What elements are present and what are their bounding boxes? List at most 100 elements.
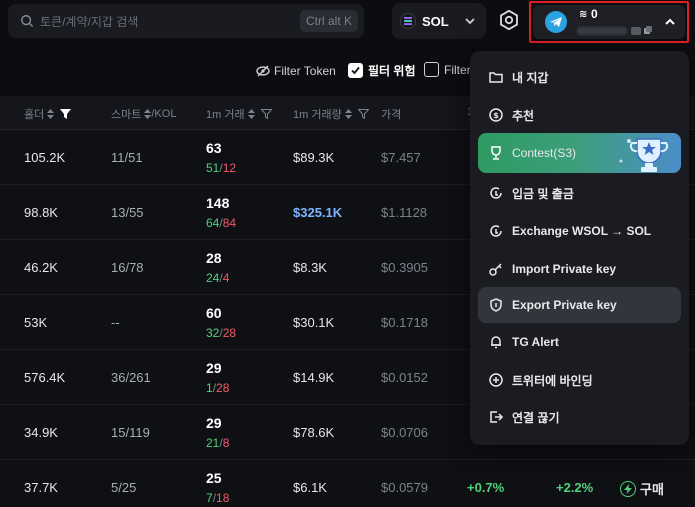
header-1m-tx-label: 1m 거래	[206, 109, 245, 121]
header-1m-tx[interactable]: 1m 거래	[206, 106, 272, 122]
price-cell: $0.1718	[381, 315, 428, 330]
menu-item-disconnect[interactable]: 연결 끊기	[478, 399, 681, 435]
telegram-icon	[545, 11, 567, 33]
menu-item-import-private-key[interactable]: Import Private key	[478, 251, 681, 287]
menu-item-bind-twitter[interactable]: 트위터에 바인딩	[478, 362, 681, 398]
filter-funnel-icon[interactable]	[357, 109, 369, 119]
price-cell: $0.0579	[381, 480, 428, 495]
filter-funnel-icon[interactable]	[260, 109, 272, 119]
menu-item-label: 추천	[512, 108, 535, 123]
tx-count-cell: 148	[206, 195, 230, 211]
price-cell: $0.3905	[381, 260, 428, 275]
filter-more-checkbox[interactable]: Filter	[424, 62, 471, 77]
volume-cell: $325.1K	[293, 205, 343, 220]
trophy-icon	[491, 146, 501, 160]
smart-kol-cell: 15/119	[111, 425, 150, 440]
menu-item-label: Import Private key	[512, 262, 617, 276]
menu-item-referral[interactable]: $ 추천	[478, 97, 681, 133]
menu-item-export-private-key[interactable]: Export Private key	[478, 287, 681, 323]
menu-item-label: Contest(S3)	[512, 146, 577, 160]
sort-icon	[247, 109, 255, 119]
tx-count-cell: 63	[206, 140, 222, 156]
menu-item-tg-alert[interactable]: TG Alert	[478, 324, 681, 360]
wallet-dropdown-menu: 내 지갑 $ 추천 Contest(S3) 입금 및 출금 Exchange W…	[470, 51, 689, 445]
chain-selector[interactable]: SOL	[392, 3, 486, 39]
filter-risk-checkbox[interactable]: 필터 위험	[348, 62, 416, 79]
shield-icon	[490, 298, 502, 312]
sell-count: 12	[222, 161, 237, 175]
quick-buy-label: 구매	[640, 482, 664, 497]
menu-item-label: TG Alert	[512, 335, 559, 349]
sort-icon	[344, 109, 352, 119]
smart-kol-cell: --	[111, 315, 120, 330]
table-row[interactable]: 37.7K 5/25 25 7/18 $6.1K $0.0579 +0.7% +2.2% 구매	[0, 460, 695, 507]
buy-count: 24	[206, 271, 220, 285]
menu-item-exchange-wsol[interactable]: Exchange WSOL → SOL	[478, 213, 681, 249]
header-1m-volume-label: 1m 거래량	[293, 109, 342, 121]
buy-sell-cell: 21/8	[206, 436, 229, 450]
smart-kol-cell: 36/261	[111, 370, 151, 385]
sell-count: 28	[216, 381, 230, 395]
header-price[interactable]: 가격	[381, 106, 401, 122]
gear-icon[interactable]	[498, 9, 520, 31]
chevron-up-icon[interactable]	[663, 15, 677, 29]
price-cell: $7.457	[381, 150, 421, 165]
smart-kol-cell: 16/78	[111, 260, 144, 275]
header-smart-kol[interactable]: 스마트 /KOL	[111, 106, 176, 122]
header-1m-volume[interactable]: 1m 거래량	[293, 106, 369, 122]
deposit-icon	[490, 187, 502, 199]
tx-count-cell: 29	[206, 415, 222, 431]
sell-count: 28	[222, 326, 237, 340]
buy-count: 7	[206, 491, 213, 505]
buy-count: 51	[206, 161, 220, 175]
volume-cell: $6.1K	[293, 480, 327, 495]
buy-sell-cell: 1/28	[206, 381, 229, 395]
buy-count: 1	[206, 381, 213, 395]
header-price-label: 가격	[381, 109, 402, 121]
menu-item-label: Exchange WSOL → SOL	[512, 224, 652, 238]
menu-item-label: 트위터에 바인딩	[512, 373, 593, 388]
price-cell: $0.0152	[381, 370, 428, 385]
buy-sell-cell: 24/4	[206, 271, 229, 285]
wallet-address-redacted	[577, 27, 627, 35]
wallet-address-redacted-tail	[631, 27, 641, 35]
change-2-cell: +2.2%	[556, 480, 594, 495]
holders-cell: 98.8K	[24, 205, 58, 220]
sort-icon	[144, 109, 152, 119]
search-input[interactable]: 토큰/계약/지갑 검색 Ctrl alt K	[8, 4, 364, 38]
header-holders[interactable]: 홀더	[24, 106, 72, 122]
filter-funnel-icon[interactable]	[60, 109, 72, 119]
search-icon	[21, 15, 34, 28]
menu-item-label: 입금 및 출금	[512, 186, 574, 201]
sell-count: 84	[222, 216, 237, 230]
quick-buy-button[interactable]: 구매	[620, 479, 664, 498]
smart-kol-cell: 5/25	[111, 480, 137, 495]
holders-cell: 46.2K	[24, 260, 58, 275]
search-shortcut-badge: Ctrl alt K	[299, 10, 358, 32]
holders-cell: 34.9K	[24, 425, 58, 440]
filter-token-button[interactable]: Filter Token	[256, 64, 336, 78]
svg-text:$: $	[493, 111, 499, 120]
volume-cell: $14.9K	[293, 370, 335, 385]
copy-icon[interactable]	[643, 25, 653, 35]
menu-item-deposit-withdraw[interactable]: 입금 및 출금	[478, 175, 681, 211]
checkbox-checked-icon	[348, 63, 363, 78]
menu-item-my-wallet[interactable]: 내 지갑	[478, 59, 681, 95]
trophy-illustration-icon	[619, 138, 669, 172]
menu-item-label: 내 지갑	[512, 70, 549, 85]
buy-sell-cell: 64/84	[206, 216, 236, 230]
holders-cell: 53K	[24, 315, 48, 330]
plus-circle-icon	[489, 373, 503, 387]
smart-kol-cell: 13/55	[111, 205, 144, 220]
wallet-balance: 0	[591, 7, 598, 21]
exchange-icon	[490, 225, 502, 237]
smart-kol-cell: 11/51	[111, 150, 143, 165]
menu-item-contest[interactable]: Contest(S3)	[478, 133, 681, 173]
header-kol-label: /KOL	[151, 108, 177, 120]
tx-count-cell: 28	[206, 250, 222, 266]
solana-balance-icon: ≋	[579, 9, 588, 20]
menu-item-label: Export Private key	[512, 298, 617, 312]
wallet-button[interactable]: ≋ 0	[529, 1, 689, 43]
lightning-icon	[620, 480, 636, 497]
tx-count-cell: 29	[206, 360, 222, 376]
